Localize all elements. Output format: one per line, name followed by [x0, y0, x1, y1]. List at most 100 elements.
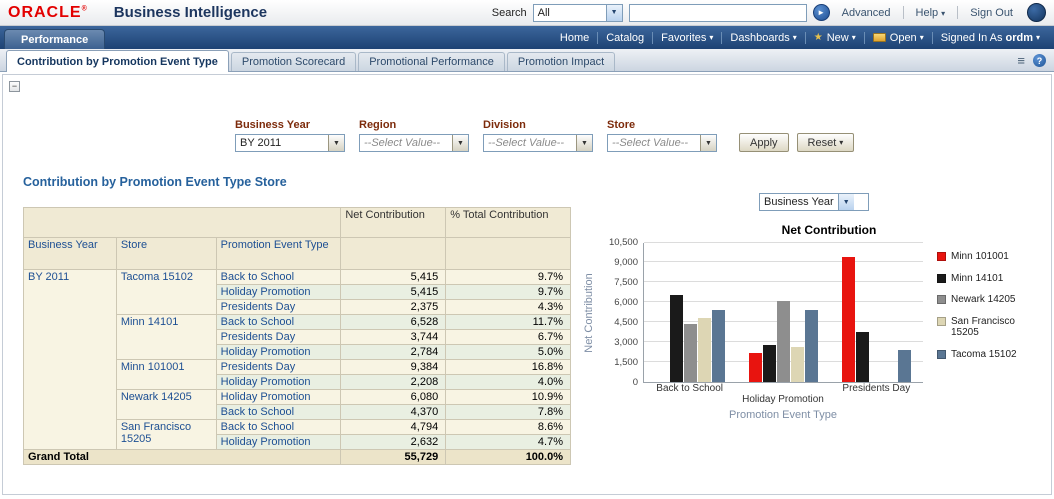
prompt-store: Store --Select Value--▼ — [607, 119, 717, 152]
tab-promotion-impact[interactable]: Promotion Impact — [507, 52, 615, 71]
y-axis-title-text: Net Contribution — [583, 267, 595, 359]
advanced-link[interactable]: Advanced — [836, 7, 897, 19]
cell-promotion-event-type[interactable]: Holiday Promotion — [216, 345, 341, 360]
nav-link-favorites[interactable]: Favorites▾ — [653, 32, 721, 44]
bar-minn-14101-presidents-day[interactable] — [856, 332, 869, 382]
grand-total-row: Grand Total55,729100.0% — [24, 450, 571, 465]
cell-business-year[interactable]: BY 2011 — [24, 270, 117, 450]
cell-promotion-event-type[interactable]: Back to School — [216, 315, 341, 330]
header-net-contribution: Net Contribution — [341, 208, 446, 238]
cell-store[interactable]: Newark 14205 — [116, 390, 216, 420]
prompt-buttons: Apply Reset▾ — [739, 133, 854, 152]
cell-net-contribution: 2,784 — [341, 345, 446, 360]
y-tick-label: 4,500 — [614, 317, 638, 328]
cell-promotion-event-type[interactable]: Holiday Promotion — [216, 375, 341, 390]
bar-tacoma-15102-holiday-promotion[interactable] — [805, 310, 818, 382]
bar-group-holiday-promotion — [737, 301, 830, 382]
tab-contribution-by-promotion-event-type[interactable]: Contribution by Promotion Event Type — [6, 50, 229, 72]
cell-pct-total-contribution: 10.9% — [446, 390, 571, 405]
cell-promotion-event-type[interactable]: Back to School — [216, 270, 341, 285]
chart-view-select[interactable]: Business Year ▼ — [759, 193, 869, 211]
search-label: Search — [492, 7, 527, 19]
dropdown-arrow-icon[interactable]: ▼ — [606, 5, 622, 21]
nav-link-open[interactable]: Open▾ — [865, 32, 932, 44]
prompt-label: Store — [607, 119, 717, 131]
chart-body: Net Contribution 01,5003,0004,5006,0007,… — [581, 243, 1051, 383]
legend-swatch — [937, 350, 946, 359]
bar-tacoma-15102-presidents-day[interactable] — [898, 350, 911, 382]
cell-promotion-event-type[interactable]: Holiday Promotion — [216, 390, 341, 405]
x-axis-title: Promotion Event Type — [643, 409, 923, 421]
page-tabs: Contribution by Promotion Event TypeProm… — [6, 50, 617, 71]
cell-store[interactable]: Tacoma 15102 — [116, 270, 216, 315]
search-input[interactable] — [629, 4, 807, 22]
bar-tacoma-15102-back-to-school[interactable] — [712, 310, 725, 382]
table-row: BY 2011Tacoma 15102Back to School5,4159.… — [24, 270, 571, 285]
cell-pct-total-contribution: 9.7% — [446, 285, 571, 300]
cell-pct-total-contribution: 6.7% — [446, 330, 571, 345]
prompt-select-region[interactable]: --Select Value--▼ — [359, 134, 469, 152]
cell-promotion-event-type[interactable]: Holiday Promotion — [216, 435, 341, 450]
header-corner — [24, 208, 341, 238]
cell-promotion-event-type[interactable]: Presidents Day — [216, 360, 341, 375]
bar-groups — [644, 243, 923, 382]
cell-promotion-event-type[interactable]: Back to School — [216, 420, 341, 435]
tab-promotional-performance[interactable]: Promotional Performance — [358, 52, 505, 71]
open-folder-icon — [873, 33, 886, 42]
nav-link-catalog[interactable]: Catalog — [598, 32, 652, 44]
cell-pct-total-contribution: 5.0% — [446, 345, 571, 360]
prompt-division: Division--Select Value--▼ — [483, 119, 593, 152]
nav-link-new[interactable]: ★New▾ — [806, 32, 864, 44]
dropdown-arrow-icon[interactable]: ▼ — [838, 194, 854, 210]
cell-promotion-event-type[interactable]: Back to School — [216, 405, 341, 420]
bar-san-francisco-15205-back-to-school[interactable] — [698, 318, 711, 382]
caret-down-icon: ▾ — [839, 138, 843, 147]
measure-header-row: Net Contribution % Total Contribution — [24, 208, 571, 238]
prompt-select-store[interactable]: --Select Value--▼ — [607, 134, 717, 152]
collapse-section-icon[interactable]: − — [9, 81, 20, 92]
nav-link-label: Open — [890, 32, 917, 44]
page-options-icon[interactable]: ≡ — [1017, 56, 1025, 66]
nav-link-dashboards[interactable]: Dashboards▾ — [722, 32, 804, 44]
search-go-button[interactable]: ► — [813, 4, 830, 21]
help-menu[interactable]: Help▾ — [910, 7, 952, 19]
prompt-select-business-year[interactable]: BY 2011▼ — [235, 134, 345, 152]
bar-minn-14101-holiday-promotion[interactable] — [763, 345, 776, 382]
signed-in-menu[interactable]: Signed In Asordm▾ — [933, 32, 1048, 44]
prompt-select-division[interactable]: --Select Value--▼ — [483, 134, 593, 152]
cell-net-contribution: 4,370 — [341, 405, 446, 420]
bar-minn-101001-holiday-promotion[interactable] — [749, 353, 762, 382]
bar-newark-14205-holiday-promotion[interactable] — [777, 301, 790, 382]
grand-total-net: 55,729 — [341, 450, 446, 465]
plot-area — [643, 243, 923, 383]
tab-promotion-scorecard[interactable]: Promotion Scorecard — [231, 52, 356, 71]
cell-store[interactable]: Minn 101001 — [116, 360, 216, 390]
y-tick-label: 3,000 — [614, 337, 638, 348]
section-title: Contribution by Promotion Event Type Sto… — [23, 175, 287, 189]
nav-link-label: New — [827, 32, 849, 44]
oracle-logo-text: ORACLE — [8, 4, 82, 21]
cell-promotion-event-type[interactable]: Presidents Day — [216, 330, 341, 345]
cell-net-contribution: 6,080 — [341, 390, 446, 405]
bar-minn-101001-presidents-day[interactable] — [842, 257, 855, 382]
cell-promotion-event-type[interactable]: Presidents Day — [216, 300, 341, 315]
cell-pct-total-contribution: 4.7% — [446, 435, 571, 450]
sign-out-link[interactable]: Sign Out — [964, 7, 1019, 19]
help-icon[interactable]: ? — [1033, 54, 1046, 67]
cell-store[interactable]: San Francisco 15205 — [116, 420, 216, 450]
legend-item-newark-14205: Newark 14205 — [937, 294, 1025, 306]
bar-newark-14205-back-to-school[interactable] — [684, 324, 697, 382]
header-empty-cell — [341, 238, 446, 270]
dashboard-tab-performance[interactable]: Performance — [4, 29, 105, 49]
bar-minn-14101-back-to-school[interactable] — [670, 295, 683, 382]
dropdown-arrow-icon: ▼ — [452, 135, 468, 151]
chart-view-value: Business Year — [760, 194, 838, 210]
nav-link-home[interactable]: Home — [552, 32, 597, 44]
y-tick-label: 1,500 — [614, 357, 638, 368]
bar-san-francisco-15205-holiday-promotion[interactable] — [791, 347, 804, 382]
cell-promotion-event-type[interactable]: Holiday Promotion — [216, 285, 341, 300]
reset-button[interactable]: Reset▾ — [797, 133, 855, 152]
apply-button[interactable]: Apply — [739, 133, 789, 152]
cell-store[interactable]: Minn 14101 — [116, 315, 216, 360]
search-scope-select[interactable]: All ▼ — [533, 4, 623, 22]
